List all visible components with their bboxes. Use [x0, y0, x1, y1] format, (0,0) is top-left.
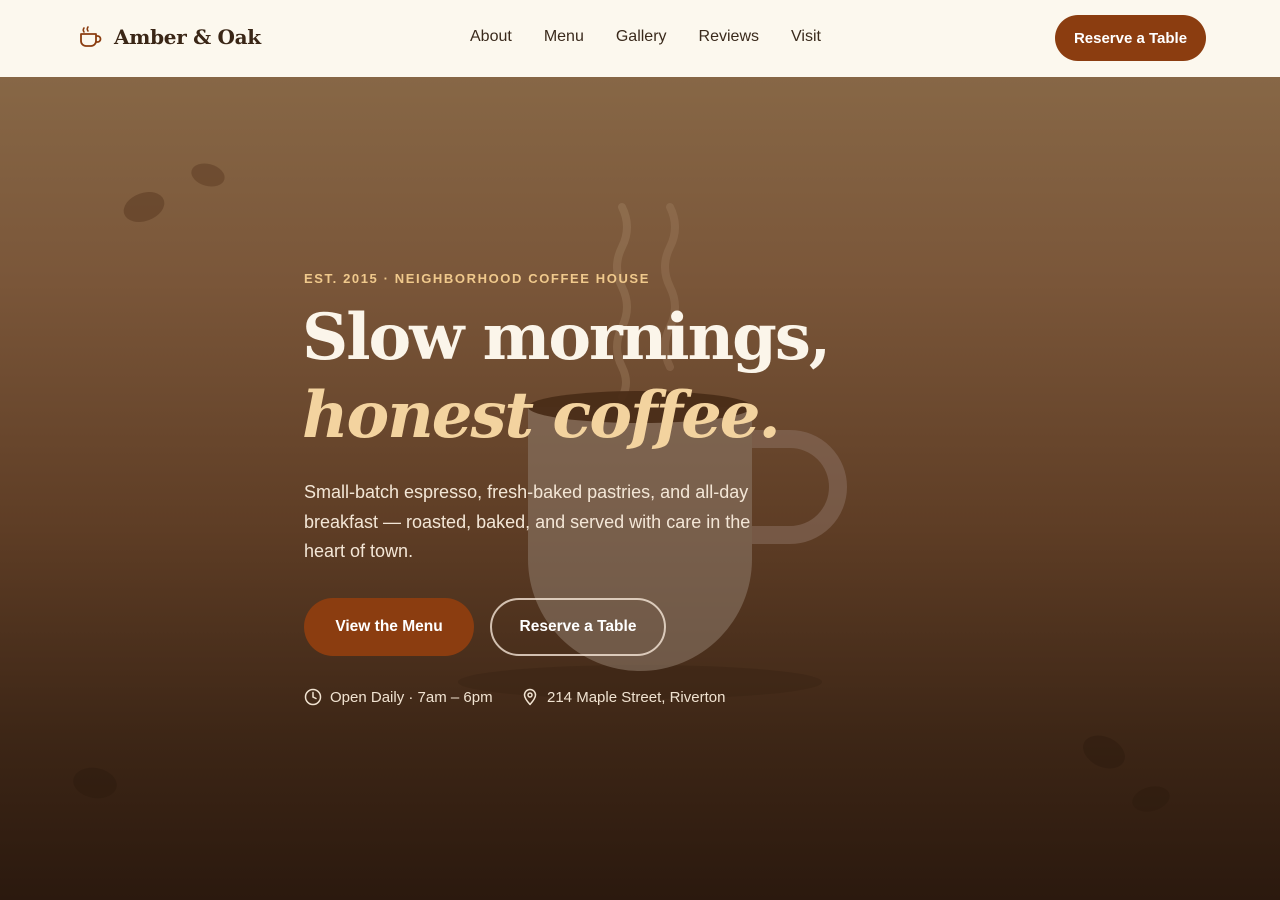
- hero-headline-line2: honest coffee.: [302, 378, 781, 453]
- opening-hours: Open Daily · 7am – 6pm: [304, 688, 493, 706]
- hero-headline-line1: Slow mornings,: [302, 300, 831, 375]
- coffee-bean-decoration: [123, 192, 165, 222]
- site-header: Amber & Oak About Menu Gallery Reviews V…: [0, 0, 1280, 77]
- nav-link-menu[interactable]: Menu: [544, 28, 584, 46]
- main-nav: About Menu Gallery Reviews Visit: [470, 28, 821, 46]
- view-menu-button[interactable]: View the Menu: [304, 598, 474, 656]
- hero-description: Small-batch espresso, fresh-baked pastri…: [304, 482, 751, 561]
- hero-eyebrow: EST. 2015 · NEIGHBORHOOD COFFEE HOUSE: [304, 271, 650, 286]
- hero-reserve-table-button[interactable]: Reserve a Table: [490, 598, 666, 656]
- hero-section: EST. 2015 · NEIGHBORHOOD COFFEE HOUSE Sl…: [0, 77, 1280, 900]
- coffee-cup-icon: [80, 26, 102, 47]
- clock-icon: [304, 688, 322, 706]
- coffee-bean-decoration: [73, 767, 117, 799]
- map-pin-icon: [523, 688, 537, 706]
- coffee-bean-decoration: [1083, 735, 1125, 769]
- coffee-bean-decoration: [191, 163, 225, 187]
- brand-logo[interactable]: Amber & Oak: [78, 24, 261, 50]
- nav-link-about[interactable]: About: [470, 28, 512, 46]
- hours-text: Open Daily · 7am – 6pm: [330, 688, 493, 706]
- brand-name: Amber & Oak: [114, 25, 261, 49]
- address-text: 214 Maple Street, Riverton: [547, 688, 726, 706]
- reserve-table-button[interactable]: Reserve a Table: [1055, 15, 1206, 61]
- nav-link-visit[interactable]: Visit: [791, 28, 821, 46]
- nav-link-gallery[interactable]: Gallery: [616, 28, 667, 46]
- hero-headline: Slow mornings, honest coffee.: [302, 299, 831, 455]
- coffee-bean-decoration: [1132, 786, 1170, 812]
- location-address: 214 Maple Street, Riverton: [521, 688, 725, 706]
- nav-link-reviews[interactable]: Reviews: [699, 28, 759, 46]
